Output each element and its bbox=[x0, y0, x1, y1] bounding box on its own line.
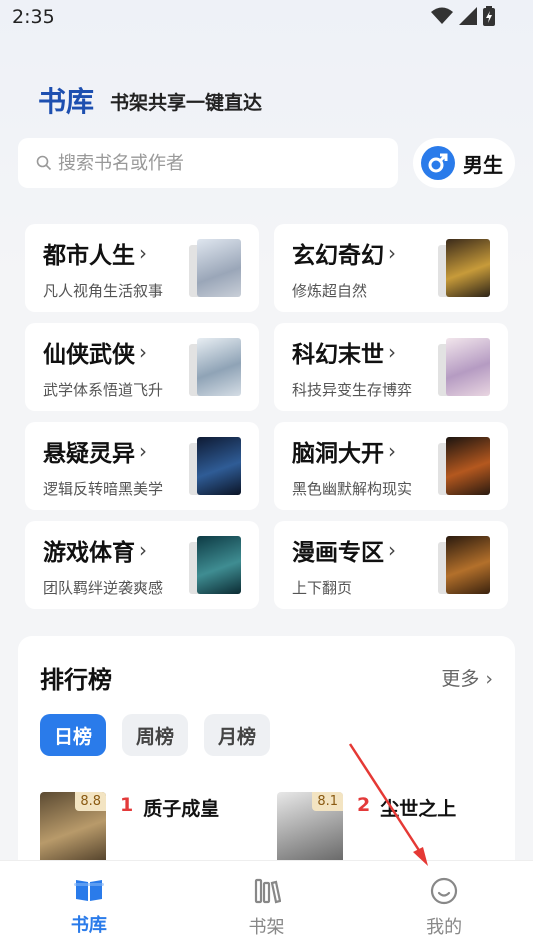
ranking-title: 排行榜 bbox=[40, 666, 112, 694]
wifi-icon bbox=[431, 7, 453, 24]
chevron-right-icon: › bbox=[139, 439, 147, 463]
bottom-tab-bar: 书库 书架 我的 bbox=[0, 860, 533, 948]
tab-daily[interactable]: 日榜 bbox=[40, 714, 107, 756]
page-title: 书库 bbox=[38, 85, 95, 118]
tab-monthly[interactable]: 月榜 bbox=[204, 714, 271, 756]
book-cover-image bbox=[446, 239, 490, 297]
category-name: 脑洞大开 bbox=[292, 441, 384, 467]
tab-profile[interactable]: 我的 bbox=[355, 861, 533, 948]
category-card-scifi[interactable]: 科幻末世 › 科技异变生存博弈 bbox=[274, 323, 508, 411]
ranking-tabs: 日榜 周榜 月榜 bbox=[40, 714, 271, 756]
chevron-right-icon: › bbox=[485, 668, 493, 690]
bookshelf-icon bbox=[254, 878, 281, 904]
tab-weekly[interactable]: 周榜 bbox=[122, 714, 189, 756]
chevron-right-icon: › bbox=[388, 241, 396, 265]
chevron-right-icon: › bbox=[139, 241, 147, 265]
category-name: 仙侠武侠 bbox=[43, 342, 135, 368]
category-name: 科幻末世 bbox=[292, 342, 384, 368]
chevron-right-icon: › bbox=[388, 538, 396, 562]
category-card-brainhole[interactable]: 脑洞大开 › 黑色幽默解构现实 bbox=[274, 422, 508, 510]
category-name: 玄幻奇幻 bbox=[292, 243, 384, 269]
category-card-urban[interactable]: 都市人生 › 凡人视角生活叙事 bbox=[25, 224, 259, 312]
search-input[interactable] bbox=[58, 152, 358, 174]
tab-label: 书架 bbox=[248, 917, 285, 938]
ranking-more-label: 更多 bbox=[441, 668, 480, 690]
search-icon bbox=[36, 155, 52, 171]
chevron-right-icon: › bbox=[139, 538, 147, 562]
book-cover-image bbox=[197, 338, 241, 396]
status-time: 2:35 bbox=[12, 6, 55, 28]
tab-label: 书库 bbox=[70, 915, 107, 936]
male-icon bbox=[421, 146, 455, 180]
category-name: 都市人生 bbox=[43, 243, 135, 269]
book-cover-image bbox=[197, 536, 241, 594]
battery-icon bbox=[483, 6, 495, 26]
category-card-mystery[interactable]: 悬疑灵异 › 逻辑反转暗黑美学 bbox=[25, 422, 259, 510]
header-slogan: 书架共享一键直达 bbox=[110, 92, 263, 114]
tab-bookshelf[interactable]: 书架 bbox=[178, 861, 356, 948]
category-name: 漫画专区 bbox=[292, 540, 384, 566]
category-name: 游戏体育 bbox=[43, 540, 135, 566]
category-name: 悬疑灵异 bbox=[43, 441, 135, 467]
score-badge: 8.1 bbox=[312, 792, 343, 811]
category-card-xianxia[interactable]: 仙侠武侠 › 武学体系悟道飞升 bbox=[25, 323, 259, 411]
chevron-right-icon: › bbox=[388, 439, 396, 463]
tab-label: 我的 bbox=[426, 917, 463, 938]
search-box[interactable] bbox=[18, 138, 398, 188]
book-cover-image bbox=[446, 437, 490, 495]
book-cover-image bbox=[197, 239, 241, 297]
chevron-right-icon: › bbox=[139, 340, 147, 364]
category-card-fantasy[interactable]: 玄幻奇幻 › 修炼超自然 bbox=[274, 224, 508, 312]
ranking-panel: 排行榜 更多 › 日榜 周榜 月榜 8.8 1 质子成皇 8.1 2 尘世之上 bbox=[18, 636, 515, 896]
category-card-comics[interactable]: 漫画专区 › 上下翻页 bbox=[274, 521, 508, 609]
signal-icon bbox=[459, 7, 477, 25]
gender-toggle-button[interactable]: 男生 bbox=[413, 138, 515, 188]
chevron-right-icon: › bbox=[388, 340, 396, 364]
book-cover-image bbox=[446, 536, 490, 594]
smile-icon bbox=[431, 877, 458, 905]
book-cover-image bbox=[197, 437, 241, 495]
status-bar: 2:35 bbox=[0, 0, 533, 36]
book-cover-image bbox=[446, 338, 490, 396]
book-open-icon bbox=[73, 880, 104, 901]
gender-label: 男生 bbox=[463, 152, 503, 177]
category-card-games-sports[interactable]: 游戏体育 › 团队羁绊逆袭爽感 bbox=[25, 521, 259, 609]
ranking-more-link[interactable]: 更多 › bbox=[441, 664, 493, 691]
tab-library[interactable]: 书库 bbox=[0, 861, 178, 948]
status-icons bbox=[431, 6, 495, 26]
score-badge: 8.8 bbox=[75, 792, 106, 811]
